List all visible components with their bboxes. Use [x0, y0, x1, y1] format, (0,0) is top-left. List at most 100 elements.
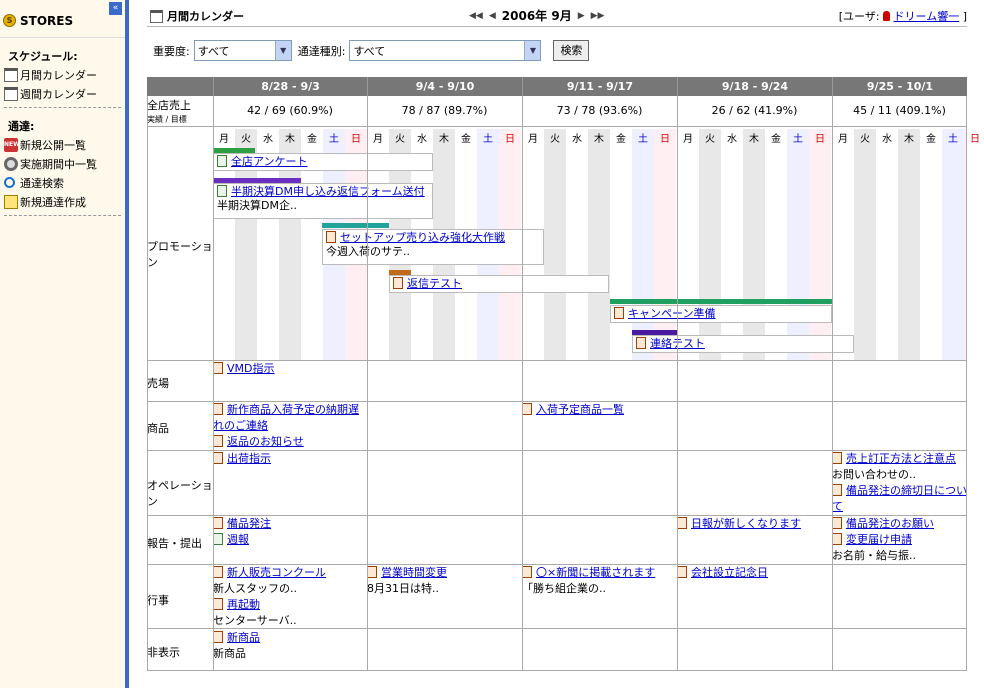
user-name-link[interactable]: ドリーム響一 — [894, 10, 960, 23]
list-item[interactable]: 新商品 新商品 — [213, 630, 260, 662]
day-label: 月 — [528, 134, 538, 145]
next-year-icon[interactable]: ▶▶ — [591, 11, 605, 21]
next-month-icon[interactable]: ▶ — [578, 11, 585, 21]
notice-icon — [677, 517, 687, 529]
gear-icon — [4, 156, 18, 171]
list-item[interactable]: 備品発注 — [213, 516, 271, 532]
sidebar-item-weekly[interactable]: 週間カレンダー — [0, 84, 125, 103]
day-label: 金 — [616, 134, 626, 145]
list-item[interactable]: 会社設立記念日 — [677, 565, 768, 581]
notice-icon — [213, 435, 223, 447]
list-item[interactable]: 再起動センターサーバ.. — [213, 597, 297, 629]
item-link[interactable]: 新作商品入荷予定の納期遅れのご連絡 — [213, 403, 359, 432]
sidebar-item-new-public[interactable]: NEW 新規公開一覧 — [0, 135, 125, 154]
item-link[interactable]: 出荷指示 — [227, 452, 271, 465]
promo-event[interactable]: キャンペーン準備 — [610, 305, 832, 323]
day-label: 水 — [263, 134, 273, 145]
promo-event[interactable]: 連絡テスト — [632, 335, 854, 353]
item-link[interactable]: 変更届け申請 — [846, 533, 912, 546]
list-item[interactable]: 出荷指示 — [213, 451, 271, 467]
list-item[interactable]: 変更届け申請 お名前・給与振.. — [832, 532, 916, 564]
promo-event[interactable]: 返信テスト — [389, 275, 609, 293]
sidebar-item-in-period[interactable]: 実施期間中一覧 — [0, 154, 125, 173]
edit-icon — [4, 194, 18, 209]
list-item[interactable]: VMD指示 — [213, 361, 275, 377]
sidebar-item-monthly[interactable]: 月間カレンダー — [0, 65, 125, 84]
promo-link[interactable]: セットアップ売り込み強化大作戦 — [340, 231, 505, 244]
item-link[interactable]: 新商品 — [227, 631, 260, 644]
search-button[interactable]: 検索 — [553, 40, 590, 61]
sidebar-item-search[interactable]: 通達検索 — [0, 173, 125, 192]
item-link[interactable]: 日報が新しくなります — [691, 517, 801, 530]
prev-year-icon[interactable]: ◀◀ — [469, 11, 483, 21]
list-item[interactable]: 新作商品入荷予定の納期遅れのご連絡 — [213, 402, 365, 434]
floor-row-label: 売場 — [147, 377, 169, 390]
day-label: 金 — [926, 134, 936, 145]
notice-icon — [367, 566, 377, 578]
day-label: 月 — [838, 134, 848, 145]
list-item[interactable]: 新人販売コンクール新人スタッフの.. — [213, 565, 326, 597]
item-link[interactable]: 備品発注の締切日について — [832, 484, 967, 513]
top-bar: 月間カレンダー ◀◀ ◀ 2006年 9月 ▶ ▶▶ [ユーザ: ドリーム響一 … — [147, 0, 967, 28]
list-item[interactable]: 入荷予定商品一覧 — [522, 402, 624, 418]
item-link[interactable]: VMD指示 — [227, 362, 275, 375]
item-link[interactable]: 週報 — [227, 533, 249, 546]
notice-icon — [832, 452, 842, 464]
sidebar-item-create[interactable]: 新規通達作成 — [0, 192, 125, 211]
sidebar-item-label: 実施期間中一覧 — [20, 157, 97, 171]
notice-icon — [213, 566, 223, 578]
item-link[interactable]: 営業時間変更 — [381, 566, 447, 579]
divider — [367, 96, 368, 671]
item-link[interactable]: 新人販売コンクール — [227, 566, 326, 579]
importance-select[interactable]: すべて ▼ — [193, 40, 292, 61]
collapse-icon[interactable]: « — [109, 2, 122, 15]
type-value: すべて — [353, 44, 386, 58]
filter-bar: 重要度: すべて ▼ 通達種別: すべて ▼ 検索 — [153, 40, 590, 61]
calendar-grid: 8/28 - 9/3 9/4 - 9/10 9/11 - 9/17 9/18 -… — [147, 77, 980, 671]
list-item[interactable]: 〇×新聞に掲載されます 「勝ち組企業の.. — [522, 565, 655, 597]
item-link[interactable]: 備品発注 — [227, 517, 271, 530]
day-label: 木 — [439, 134, 449, 145]
list-item[interactable]: 備品発注のお願い — [832, 516, 934, 532]
promo-link[interactable]: 全店アンケート — [231, 155, 308, 168]
promo-event[interactable]: 全店アンケート — [213, 153, 433, 171]
prev-month-icon[interactable]: ◀ — [489, 11, 496, 21]
week-header: 8/28 - 9/3 — [213, 77, 367, 96]
main-content: 月間カレンダー ◀◀ ◀ 2006年 9月 ▶ ▶▶ [ユーザ: ドリーム響一 … — [147, 0, 980, 671]
item-link[interactable]: 売上訂正方法と注意点 — [846, 452, 956, 465]
report-row-label: 報告・提出 — [147, 537, 202, 550]
promo-link[interactable]: 半期決算DM申し込み返信フォーム送付 — [231, 185, 425, 198]
promo-event[interactable]: セットアップ売り込み強化大作戦 今週入荷のサテ.. — [322, 229, 544, 265]
day-column — [898, 129, 920, 360]
list-item[interactable]: 週報 — [213, 532, 249, 548]
sidebar-title: STORES — [20, 14, 74, 28]
divider — [147, 26, 967, 27]
divider — [677, 96, 678, 671]
item-desc: 新人スタッフの.. — [213, 582, 297, 595]
item-link[interactable]: 返品のお知らせ — [227, 435, 304, 448]
promo-event[interactable]: 半期決算DM申し込み返信フォーム送付 半期決算DM企.. — [213, 183, 433, 219]
list-item[interactable]: 備品発注の締切日について — [832, 483, 967, 515]
promo-bar — [610, 299, 832, 304]
sidebar: S STORES « スケジュール: 月間カレンダー 週間カレンダー 通達: N… — [0, 0, 129, 688]
notice-icon — [832, 517, 842, 529]
list-item[interactable]: 営業時間変更 8月31日は特.. — [367, 565, 447, 597]
list-item[interactable]: 日報が新しくなります — [677, 516, 801, 532]
day-label: 土 — [483, 134, 493, 145]
item-link[interactable]: 〇×新聞に掲載されます — [536, 566, 655, 579]
item-link[interactable]: 会社設立記念日 — [691, 566, 768, 579]
item-link[interactable]: 再起動 — [227, 598, 260, 611]
list-item[interactable]: 返品のお知らせ — [213, 434, 304, 450]
type-select[interactable]: すべて ▼ — [349, 40, 542, 61]
sales-value: 45 / 11 (409.1%) — [853, 104, 946, 117]
promo-link[interactable]: キャンペーン準備 — [628, 307, 715, 320]
item-link[interactable]: 備品発注のお願い — [846, 517, 934, 530]
page-title-text: 月間カレンダー — [167, 10, 244, 23]
user-suffix: ] — [962, 10, 967, 23]
item-desc: センターサーバ.. — [213, 614, 297, 627]
hidden-row-label: 非表示 — [147, 646, 180, 659]
item-link[interactable]: 入荷予定商品一覧 — [536, 403, 624, 416]
promo-link[interactable]: 返信テスト — [407, 277, 462, 290]
list-item[interactable]: 売上訂正方法と注意点 お問い合わせの.. — [832, 451, 956, 483]
day-label: 日 — [815, 134, 825, 145]
